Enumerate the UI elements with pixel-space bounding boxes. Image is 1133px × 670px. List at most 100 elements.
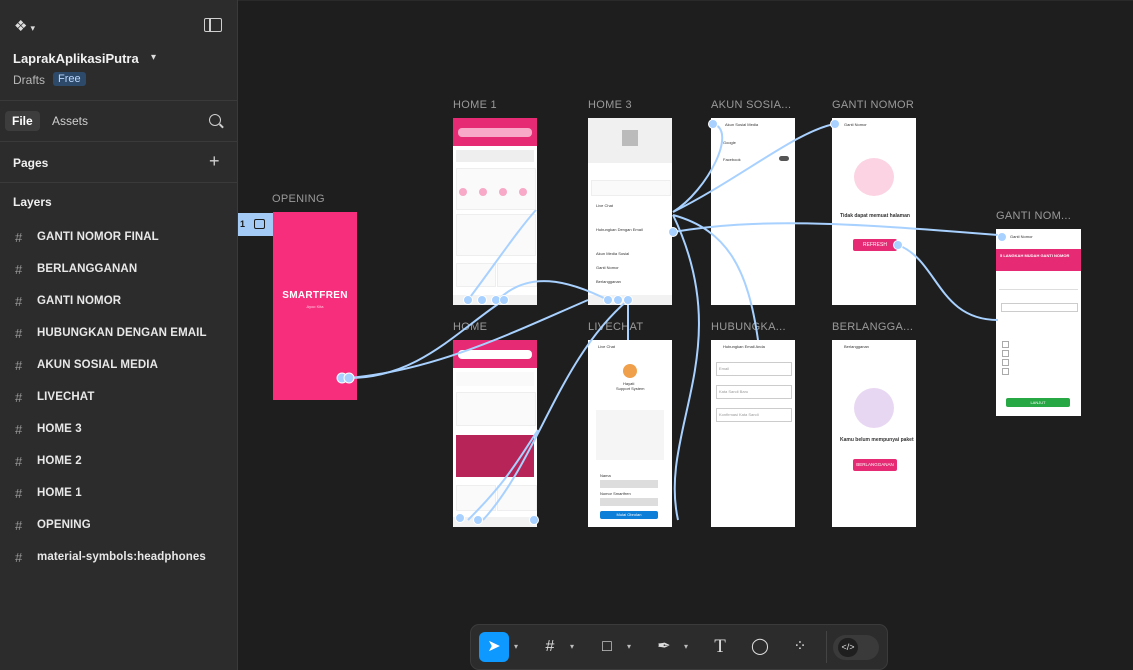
frame-label-home1[interactable]: HOME 1 (453, 99, 497, 111)
favorite-card (456, 485, 496, 511)
layer-item[interactable]: # BERLANGGANAN (0, 254, 237, 286)
checkbox[interactable] (1002, 350, 1009, 357)
frame-hubungkan-email[interactable]: Hubungkan Email Anda Email Kata Sandi Ba… (711, 340, 795, 527)
refresh-button[interactable]: REFRESH (853, 239, 897, 251)
toolbar-divider (826, 631, 827, 663)
menu-dot (519, 188, 527, 196)
frame-berlangganan[interactable]: Berlangganan Kamu belum mempunyai paket … (832, 340, 916, 527)
panel-toggle-icon[interactable] (204, 18, 222, 32)
name-field[interactable] (600, 480, 658, 488)
agent-avatar (623, 364, 637, 378)
frame-label-akun[interactable]: AKUN SOSIA... (711, 99, 791, 111)
google-item: Google (723, 140, 736, 145)
layer-item[interactable]: # HOME 1 (0, 478, 237, 510)
pen-tool-icon[interactable]: ✒ (649, 632, 679, 662)
number-input[interactable] (1001, 303, 1078, 312)
layer-label: HOME 3 (37, 423, 82, 435)
profile-row (456, 150, 534, 162)
figma-menu-icon[interactable]: ❖ ▾ (14, 17, 35, 35)
frame-ganti-nomor-final[interactable]: Ganti Nomor 5 LANGKAH MUDAH GANTI NOMOR … (996, 229, 1081, 416)
checkbox[interactable] (1002, 359, 1009, 366)
layer-label: GANTI NOMOR FINAL (37, 231, 159, 243)
continue-button[interactable]: LANJUT (1006, 398, 1070, 407)
chevron-down-icon[interactable]: ▾ (514, 642, 518, 651)
text-tool-icon[interactable]: T (705, 632, 735, 662)
frame-icon: # (15, 294, 23, 309)
phone-field[interactable] (600, 498, 658, 506)
frame-label-hubungkan[interactable]: HUBUNGKA... (711, 321, 786, 333)
layer-item[interactable]: # material-symbols:headphones (0, 542, 237, 574)
checkbox[interactable] (1002, 368, 1009, 375)
frame-label-berlangganan[interactable]: BERLANGGA... (832, 321, 913, 333)
frame-opening[interactable]: SMARTFREN Ayoo Kita (273, 212, 357, 400)
subscribe-button[interactable]: BERLANGGANAN (853, 459, 897, 471)
layer-list: # GANTI NOMOR FINAL # BERLANGGANAN # GANTI … (0, 222, 237, 574)
layer-item[interactable]: # GANTI NOMOR (0, 286, 237, 318)
chevron-down-icon[interactable]: ▾ (627, 642, 631, 651)
search-icon[interactable] (209, 114, 221, 126)
start-chat-button[interactable]: Mulai Obrolan (600, 511, 658, 519)
tab-switch (458, 350, 532, 359)
layer-item[interactable]: # HOME 2 (0, 446, 237, 478)
frame-label-home2[interactable]: HOME (453, 321, 487, 333)
frame-label-ganti[interactable]: GANTI NOMOR (832, 99, 914, 111)
bottom-nav (453, 517, 537, 527)
add-page-icon[interactable]: + (209, 152, 220, 170)
move-tool-icon[interactable]: ➤ (479, 632, 509, 662)
tab-assets[interactable]: Assets (52, 114, 88, 128)
frame-home2[interactable] (453, 340, 537, 527)
layers-label: Layers (13, 195, 52, 209)
chevron-down-icon[interactable]: ▾ (151, 52, 156, 63)
menu-item: Berlangganan (596, 279, 621, 284)
drafts-label[interactable]: Drafts (13, 73, 45, 87)
chat-header: Live Chat (598, 344, 615, 349)
package-card (497, 263, 537, 287)
pages-label[interactable]: Pages (13, 156, 48, 170)
checkbox[interactable] (1002, 341, 1009, 348)
layer-item[interactable]: # HOME 3 (0, 414, 237, 446)
layer-item[interactable]: # OPENING (0, 510, 237, 542)
selection-count: 1 (240, 219, 246, 229)
frame-label-home3[interactable]: HOME 3 (588, 99, 632, 111)
layer-item[interactable]: # AKUN SOSIAL MEDIA (0, 350, 237, 382)
actions-tool-icon[interactable]: ⁘ (785, 632, 815, 662)
menu-row (456, 372, 534, 386)
frame-livechat[interactable]: Live Chat Hayati Support System Nama Nom… (588, 340, 672, 527)
frame-home1[interactable] (453, 118, 537, 305)
package-card (456, 263, 496, 287)
rectangle-tool-icon[interactable]: □ (592, 632, 622, 662)
usage-card (456, 214, 536, 256)
berlangganan-header: Berlangganan (844, 344, 869, 349)
frame-icon: # (15, 326, 23, 341)
frame-ganti-nomor[interactable]: Ganti Nomor Tidak dapat memuat halaman R… (832, 118, 916, 305)
layer-item[interactable]: # GANTI NOMOR FINAL (0, 222, 237, 254)
frame-home3[interactable]: Live Chat Hubungkan Dengan Email Akun Me… (588, 118, 672, 305)
frame-label-ganti-final[interactable]: GANTI NOM... (996, 210, 1071, 222)
akun-header: Akun Sosial Media (725, 122, 759, 127)
dev-mode-toggle[interactable]: </> (833, 635, 879, 660)
tab-file[interactable]: File (5, 111, 40, 131)
layer-label: BERLANGGANAN (37, 263, 138, 275)
comment-tool-icon[interactable]: ◯ (745, 632, 775, 662)
frame-icon: # (15, 230, 23, 245)
frame-label-opening[interactable]: OPENING (272, 193, 325, 205)
layer-item[interactable]: # LIVECHAT (0, 382, 237, 414)
project-title[interactable]: LaprakAplikasiPutra (13, 51, 139, 66)
chevron-down-icon[interactable]: ▾ (570, 642, 574, 651)
bottom-toolbar: ➤ ▾ # ▾ □ ▾ ✒ ▾ T ◯ ⁘ </> (470, 624, 888, 670)
design-canvas[interactable]: OPENING HOME 1 HOME 3 AKUN SOSIA... GANT… (238, 0, 1133, 670)
plan-badge: Free (53, 72, 86, 86)
layer-item[interactable]: # HUBUNGKAN DENGAN EMAIL (0, 318, 237, 350)
toggle-switch[interactable] (779, 156, 789, 161)
chevron-down-icon[interactable]: ▾ (684, 642, 688, 651)
frame-tool-icon[interactable]: # (535, 632, 565, 662)
email-header: Hubungkan Email Anda (723, 344, 765, 349)
code-icon: </> (838, 638, 858, 657)
frame-akun-sosial[interactable]: Akun Sosial Media Google Facebook (711, 118, 795, 305)
frame-icon: # (15, 454, 23, 469)
layer-label: HUBUNGKAN DENGAN EMAIL (37, 327, 207, 339)
agent-role: Support System (616, 386, 645, 391)
avatar (622, 130, 638, 146)
frame-label-livechat[interactable]: LIVECHAT (588, 321, 643, 333)
bottom-nav (453, 295, 537, 305)
